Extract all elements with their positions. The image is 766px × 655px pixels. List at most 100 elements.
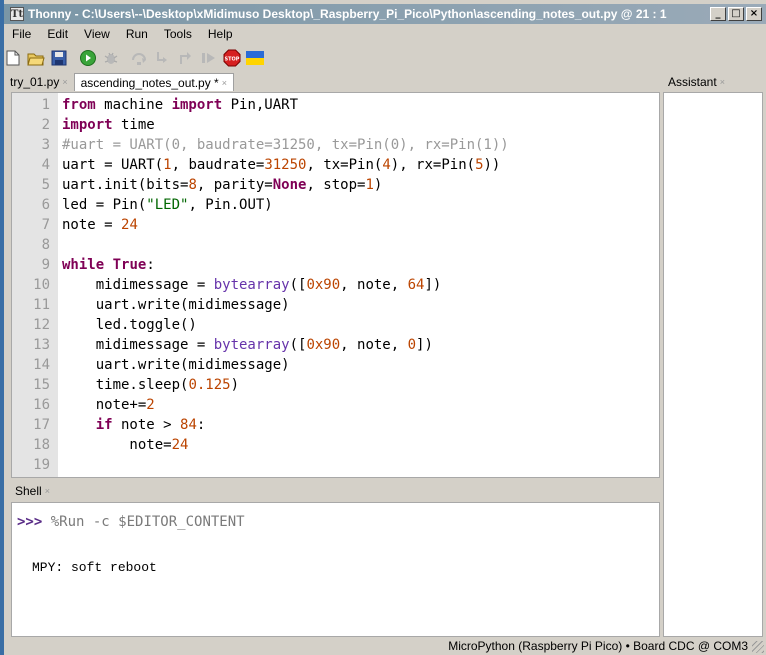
code-line[interactable]: note+=2 bbox=[62, 397, 155, 413]
interpreter-status[interactable]: MicroPython (Raspberry Pi Pico) • Board … bbox=[448, 639, 748, 653]
code-line[interactable]: note = 24 bbox=[62, 217, 138, 233]
code-line[interactable]: uart.write(midimessage) bbox=[62, 357, 290, 373]
code-line[interactable]: #uart = UART(0, baudrate=31250, tx=Pin(0… bbox=[62, 137, 509, 153]
code-token: )) bbox=[483, 157, 501, 173]
save-icon[interactable] bbox=[50, 49, 68, 67]
tab-try-01[interactable]: try_01.py × bbox=[4, 73, 74, 91]
code-token: Pin,UART bbox=[222, 97, 299, 113]
line-number: 1 bbox=[41, 97, 50, 113]
editor-tabs: try_01.py × ascending_notes_out.py * × bbox=[4, 73, 660, 91]
step-over-icon[interactable] bbox=[131, 49, 149, 67]
menu-view[interactable]: View bbox=[76, 27, 118, 41]
code-line[interactable]: uart = UART(1, baudrate=31250, tx=Pin(4)… bbox=[62, 157, 500, 173]
debug-icon[interactable] bbox=[102, 49, 120, 67]
code-line[interactable]: midimessage = bytearray([0x90, note, 0]) bbox=[62, 337, 433, 353]
code-token: ) bbox=[373, 177, 383, 193]
line-number: 12 bbox=[33, 317, 50, 333]
menu-tools[interactable]: Tools bbox=[156, 27, 200, 41]
code-line[interactable]: import time bbox=[62, 117, 155, 133]
code-token: , tx=Pin( bbox=[306, 157, 383, 173]
code-token: True bbox=[112, 257, 147, 273]
code-token: led.toggle() bbox=[62, 317, 197, 333]
minimize-button[interactable]: _ bbox=[710, 7, 726, 21]
step-into-icon[interactable] bbox=[154, 49, 172, 67]
shell-tab[interactable]: Shell bbox=[11, 484, 42, 498]
line-number: 7 bbox=[41, 217, 50, 233]
code-line[interactable]: from machine import Pin,UART bbox=[62, 97, 298, 113]
tab-ascending-notes-out[interactable]: ascending_notes_out.py * × bbox=[73, 73, 234, 91]
stop-label: STOP bbox=[225, 57, 240, 63]
close-button[interactable]: × bbox=[746, 7, 762, 21]
code-line[interactable]: time.sleep(0.125) bbox=[62, 377, 239, 393]
line-number: 4 bbox=[41, 157, 50, 173]
resize-grip-icon[interactable] bbox=[752, 641, 764, 653]
line-number: 3 bbox=[41, 137, 50, 153]
code-token: time bbox=[112, 117, 155, 133]
shell-command-line: >>> %Run -c $EDITOR_CONTENT bbox=[17, 514, 245, 530]
ukraine-flag-icon[interactable] bbox=[246, 49, 264, 67]
code-token: bytearray bbox=[213, 337, 290, 353]
menu-edit[interactable]: Edit bbox=[39, 27, 76, 41]
code-token: None bbox=[272, 177, 307, 193]
code-editor[interactable]: 1 2 3 4 5 6 7 8 9 10 11 12 13 14 15 16 17 18 19 from machi… bbox=[11, 92, 660, 478]
tab-close-icon[interactable]: × bbox=[222, 78, 227, 88]
menu-file[interactable]: File bbox=[4, 27, 39, 41]
tab-label: try_01.py bbox=[10, 75, 60, 89]
code-line[interactable]: led = Pin("LED", Pin.OUT) bbox=[62, 197, 273, 213]
maximize-button[interactable]: □ bbox=[728, 7, 744, 21]
menu-run[interactable]: Run bbox=[118, 27, 156, 41]
code-token: "LED" bbox=[146, 197, 189, 213]
code-line[interactable]: uart.init(bits=8, parity=None, stop=1) bbox=[62, 177, 382, 193]
line-number: 11 bbox=[33, 297, 50, 313]
line-number: 13 bbox=[33, 337, 50, 353]
code-token: , stop= bbox=[306, 177, 366, 193]
code-token: ), rx=Pin( bbox=[390, 157, 476, 173]
code-line[interactable]: note=24 bbox=[62, 437, 188, 453]
line-number: 15 bbox=[33, 377, 50, 393]
new-file-icon[interactable] bbox=[4, 49, 22, 67]
resume-icon[interactable] bbox=[200, 49, 218, 67]
open-file-icon[interactable] bbox=[27, 49, 45, 67]
menu-help[interactable]: Help bbox=[200, 27, 241, 41]
assistant-tab[interactable]: Assistant bbox=[668, 75, 717, 89]
code-token: 0x90 bbox=[306, 337, 341, 353]
code-line[interactable]: midimessage = bytearray([0x90, note, 64]… bbox=[62, 277, 442, 293]
code-token: 8 bbox=[188, 177, 197, 193]
code-token: ]) bbox=[424, 277, 442, 293]
code-line[interactable]: if note > 84: bbox=[62, 417, 206, 433]
shell-close-icon[interactable]: × bbox=[45, 486, 50, 496]
code-token: #uart = UART(0, baudrate=31250, tx=Pin(0… bbox=[62, 137, 509, 153]
line-number: 8 bbox=[41, 237, 50, 253]
run-icon[interactable] bbox=[79, 49, 97, 67]
shell-panel[interactable]: >>> %Run -c $EDITOR_CONTENT MPY: soft re… bbox=[11, 502, 660, 637]
stop-icon[interactable]: STOP bbox=[223, 49, 241, 67]
code-token: , note, bbox=[340, 277, 408, 293]
line-number: 10 bbox=[33, 277, 50, 293]
code-token: import bbox=[62, 117, 113, 133]
code-token: note > bbox=[112, 417, 181, 433]
code-line[interactable]: while True: bbox=[62, 257, 155, 273]
assistant-close-icon[interactable]: × bbox=[720, 77, 725, 87]
code-token: : bbox=[146, 257, 155, 273]
tab-close-icon[interactable]: × bbox=[62, 77, 67, 87]
code-token: 84 bbox=[180, 417, 197, 433]
line-number: 17 bbox=[33, 417, 50, 433]
step-out-icon[interactable] bbox=[177, 49, 195, 67]
code-token: note = bbox=[62, 217, 122, 233]
shell-run-command: %Run -c $EDITOR_CONTENT bbox=[42, 514, 245, 530]
code-token: 4 bbox=[382, 157, 391, 173]
line-number-gutter: 1 2 3 4 5 6 7 8 9 10 11 12 13 14 15 16 17 18 19 bbox=[12, 93, 58, 477]
window-edge bbox=[0, 0, 4, 655]
code-line[interactable]: led.toggle() bbox=[62, 317, 197, 333]
line-number: 19 bbox=[33, 457, 50, 473]
code-token: machine bbox=[95, 97, 172, 113]
code-line[interactable]: uart.write(midimessage) bbox=[62, 297, 290, 313]
code-token: ([ bbox=[289, 337, 307, 353]
code-token: from bbox=[62, 97, 96, 113]
title-bar[interactable]: Tt Thonny - C:\Users\--\Desktop\xMidimus… bbox=[4, 4, 766, 24]
code-token: 0x90 bbox=[306, 277, 341, 293]
assistant-panel[interactable] bbox=[663, 92, 763, 637]
code-token: 0.125 bbox=[188, 377, 231, 393]
code-token: time.sleep( bbox=[62, 377, 189, 393]
